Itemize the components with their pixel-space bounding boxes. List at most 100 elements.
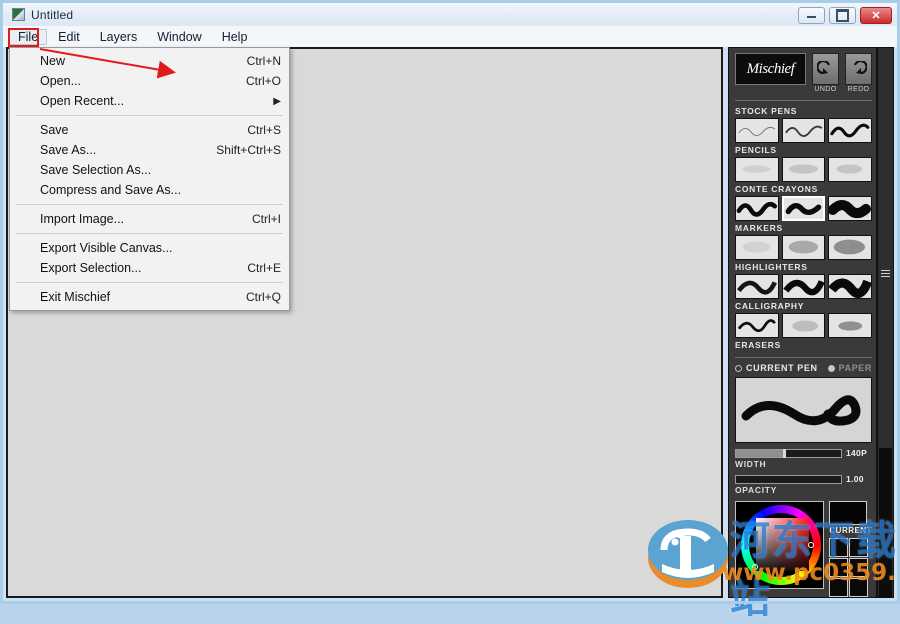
brush-swatch[interactable] <box>735 274 779 299</box>
undo-label: UNDO <box>814 86 837 93</box>
menu-entry-label: Compress and Save As... <box>40 183 182 197</box>
menu-item-layers[interactable]: Layers <box>91 29 147 45</box>
width-slider[interactable] <box>735 448 842 458</box>
scrollbar-grip-icon <box>881 270 890 277</box>
section-label-conte-crayons: CONTE CRAYONS <box>735 184 818 194</box>
redo-button[interactable]: REDO <box>845 53 872 93</box>
brush-row-conte-crayons <box>729 196 876 221</box>
chevron-right-icon: ▶ <box>273 95 281 107</box>
brush-swatch[interactable] <box>828 313 873 338</box>
brush-swatch[interactable] <box>828 157 873 182</box>
saturation-value-square[interactable] <box>756 518 809 571</box>
menu-entry-shortcut: Ctrl+E <box>247 261 281 275</box>
saved-color-swatch[interactable] <box>829 578 849 597</box>
opacity-slider[interactable] <box>735 474 842 484</box>
menu-entry-import-image[interactable]: Import Image... Ctrl+I <box>10 209 289 229</box>
menu-entry-new[interactable]: New Ctrl+N <box>10 51 289 71</box>
menu-entry-export-selection[interactable]: Export Selection... Ctrl+E <box>10 258 289 278</box>
brush-row-highlighters <box>729 274 876 299</box>
current-pen-radio[interactable] <box>735 364 742 372</box>
menu-entry-label: Save <box>40 123 69 137</box>
current-pen-label: CURRENT PEN <box>746 363 818 373</box>
maximize-button[interactable] <box>829 7 856 24</box>
menu-entry-export-visible-canvas[interactable]: Export Visible Canvas... <box>10 238 289 258</box>
menu-entry-open[interactable]: Open... Ctrl+O <box>10 71 289 91</box>
window-title: Untitled <box>31 7 74 22</box>
saved-color-swatch[interactable] <box>849 578 869 597</box>
width-value: 140P <box>846 448 868 458</box>
menu-item-file[interactable]: File <box>9 28 48 45</box>
menu-entry-save-selection-as[interactable]: Save Selection As... <box>10 160 289 180</box>
brush-swatch[interactable] <box>735 196 779 221</box>
brush-row-pencils <box>729 157 876 182</box>
brush-swatch[interactable] <box>828 118 873 143</box>
menu-entry-label: Exit Mischief <box>40 290 111 304</box>
redo-label: REDO <box>847 86 870 93</box>
tool-panel: Mischief UNDO REDO STOCK PENS PENCILS CO… <box>728 47 877 598</box>
menu-entry-save-as[interactable]: Save As... Shift+Ctrl+S <box>10 140 289 160</box>
brush-swatch[interactable] <box>735 157 779 182</box>
menu-item-edit[interactable]: Edit <box>49 29 89 45</box>
hue-handle[interactable] <box>808 542 814 548</box>
color-picker-area: CURRENT SAVED <box>729 501 876 597</box>
brush-swatch-selected[interactable] <box>781 196 826 221</box>
application-window: Untitled ✕ File Edit Layers Window Help … <box>0 0 900 622</box>
menu-entry-label: Save Selection As... <box>40 163 152 177</box>
scrollbar-thumb[interactable] <box>879 448 892 598</box>
minimize-icon <box>807 13 816 18</box>
menu-entry-open-recent[interactable]: Open Recent... ▶ <box>10 91 289 111</box>
menu-entry-label: New <box>40 54 66 68</box>
opacity-control: 1.00 OPACITY <box>729 474 876 495</box>
pen-paper-mode-row: CURRENT PEN PAPER <box>729 363 876 373</box>
brush-swatch[interactable] <box>828 274 873 299</box>
saved-colors-grid <box>829 538 872 597</box>
saved-color-swatch[interactable] <box>829 558 849 577</box>
panel-header: Mischief UNDO REDO <box>729 48 876 93</box>
brush-swatch[interactable] <box>781 313 826 338</box>
section-label-highlighters: HIGHLIGHTERS <box>735 262 808 272</box>
brush-swatch[interactable] <box>828 196 872 221</box>
brush-row-markers <box>729 235 876 260</box>
menu-entry-label: Import Image... <box>40 212 125 226</box>
paper-radio[interactable] <box>827 364 835 372</box>
maximize-icon <box>836 9 849 22</box>
minimize-button[interactable] <box>798 7 825 24</box>
menu-entry-shortcut: Ctrl+S <box>247 123 281 137</box>
menu-entry-exit-mischief[interactable]: Exit Mischief Ctrl+Q <box>10 287 289 307</box>
width-label: WIDTH <box>735 459 767 469</box>
brush-swatch[interactable] <box>781 118 826 143</box>
current-color-swatch[interactable] <box>829 501 868 525</box>
brush-swatch[interactable] <box>735 118 779 143</box>
menu-entry-compress-and-save-as[interactable]: Compress and Save As... <box>10 180 289 200</box>
brush-swatch[interactable] <box>735 235 779 260</box>
redo-arrow-icon <box>845 53 872 85</box>
color-wheel[interactable] <box>735 501 825 589</box>
menu-entry-shortcut: Ctrl+O <box>245 74 281 88</box>
menu-item-help[interactable]: Help <box>213 29 257 45</box>
brush-row-calligraphy <box>729 313 876 338</box>
brush-swatch[interactable] <box>828 235 873 260</box>
saved-color-swatch[interactable] <box>849 538 869 557</box>
menu-item-window[interactable]: Window <box>148 29 210 45</box>
menu-entry-shortcut: Shift+Ctrl+S <box>216 143 281 157</box>
undo-button[interactable]: UNDO <box>812 53 839 93</box>
saved-color-swatch[interactable] <box>849 558 869 577</box>
saved-color-swatch[interactable] <box>829 538 849 557</box>
menu-bar: File Edit Layers Window Help <box>3 26 897 47</box>
menu-entry-save[interactable]: Save Ctrl+S <box>10 120 289 140</box>
current-color-label: CURRENT <box>829 526 872 535</box>
close-button[interactable]: ✕ <box>860 7 892 24</box>
brush-swatch[interactable] <box>781 157 826 182</box>
sv-handle[interactable] <box>752 564 758 570</box>
color-swatches: CURRENT SAVED <box>829 501 872 597</box>
mischief-logo: Mischief <box>735 53 806 85</box>
brush-swatch[interactable] <box>781 274 826 299</box>
brush-swatch[interactable] <box>781 235 826 260</box>
opacity-value: 1.00 <box>846 474 864 484</box>
mischief-logo-text: Mischief <box>746 60 795 77</box>
title-bar: Untitled ✕ <box>3 3 897 26</box>
brush-swatch[interactable] <box>735 313 779 338</box>
panel-scrollbar[interactable] <box>877 47 894 598</box>
section-label-pencils: PENCILS <box>735 145 777 155</box>
menu-entry-label: Open Recent... <box>40 94 125 108</box>
